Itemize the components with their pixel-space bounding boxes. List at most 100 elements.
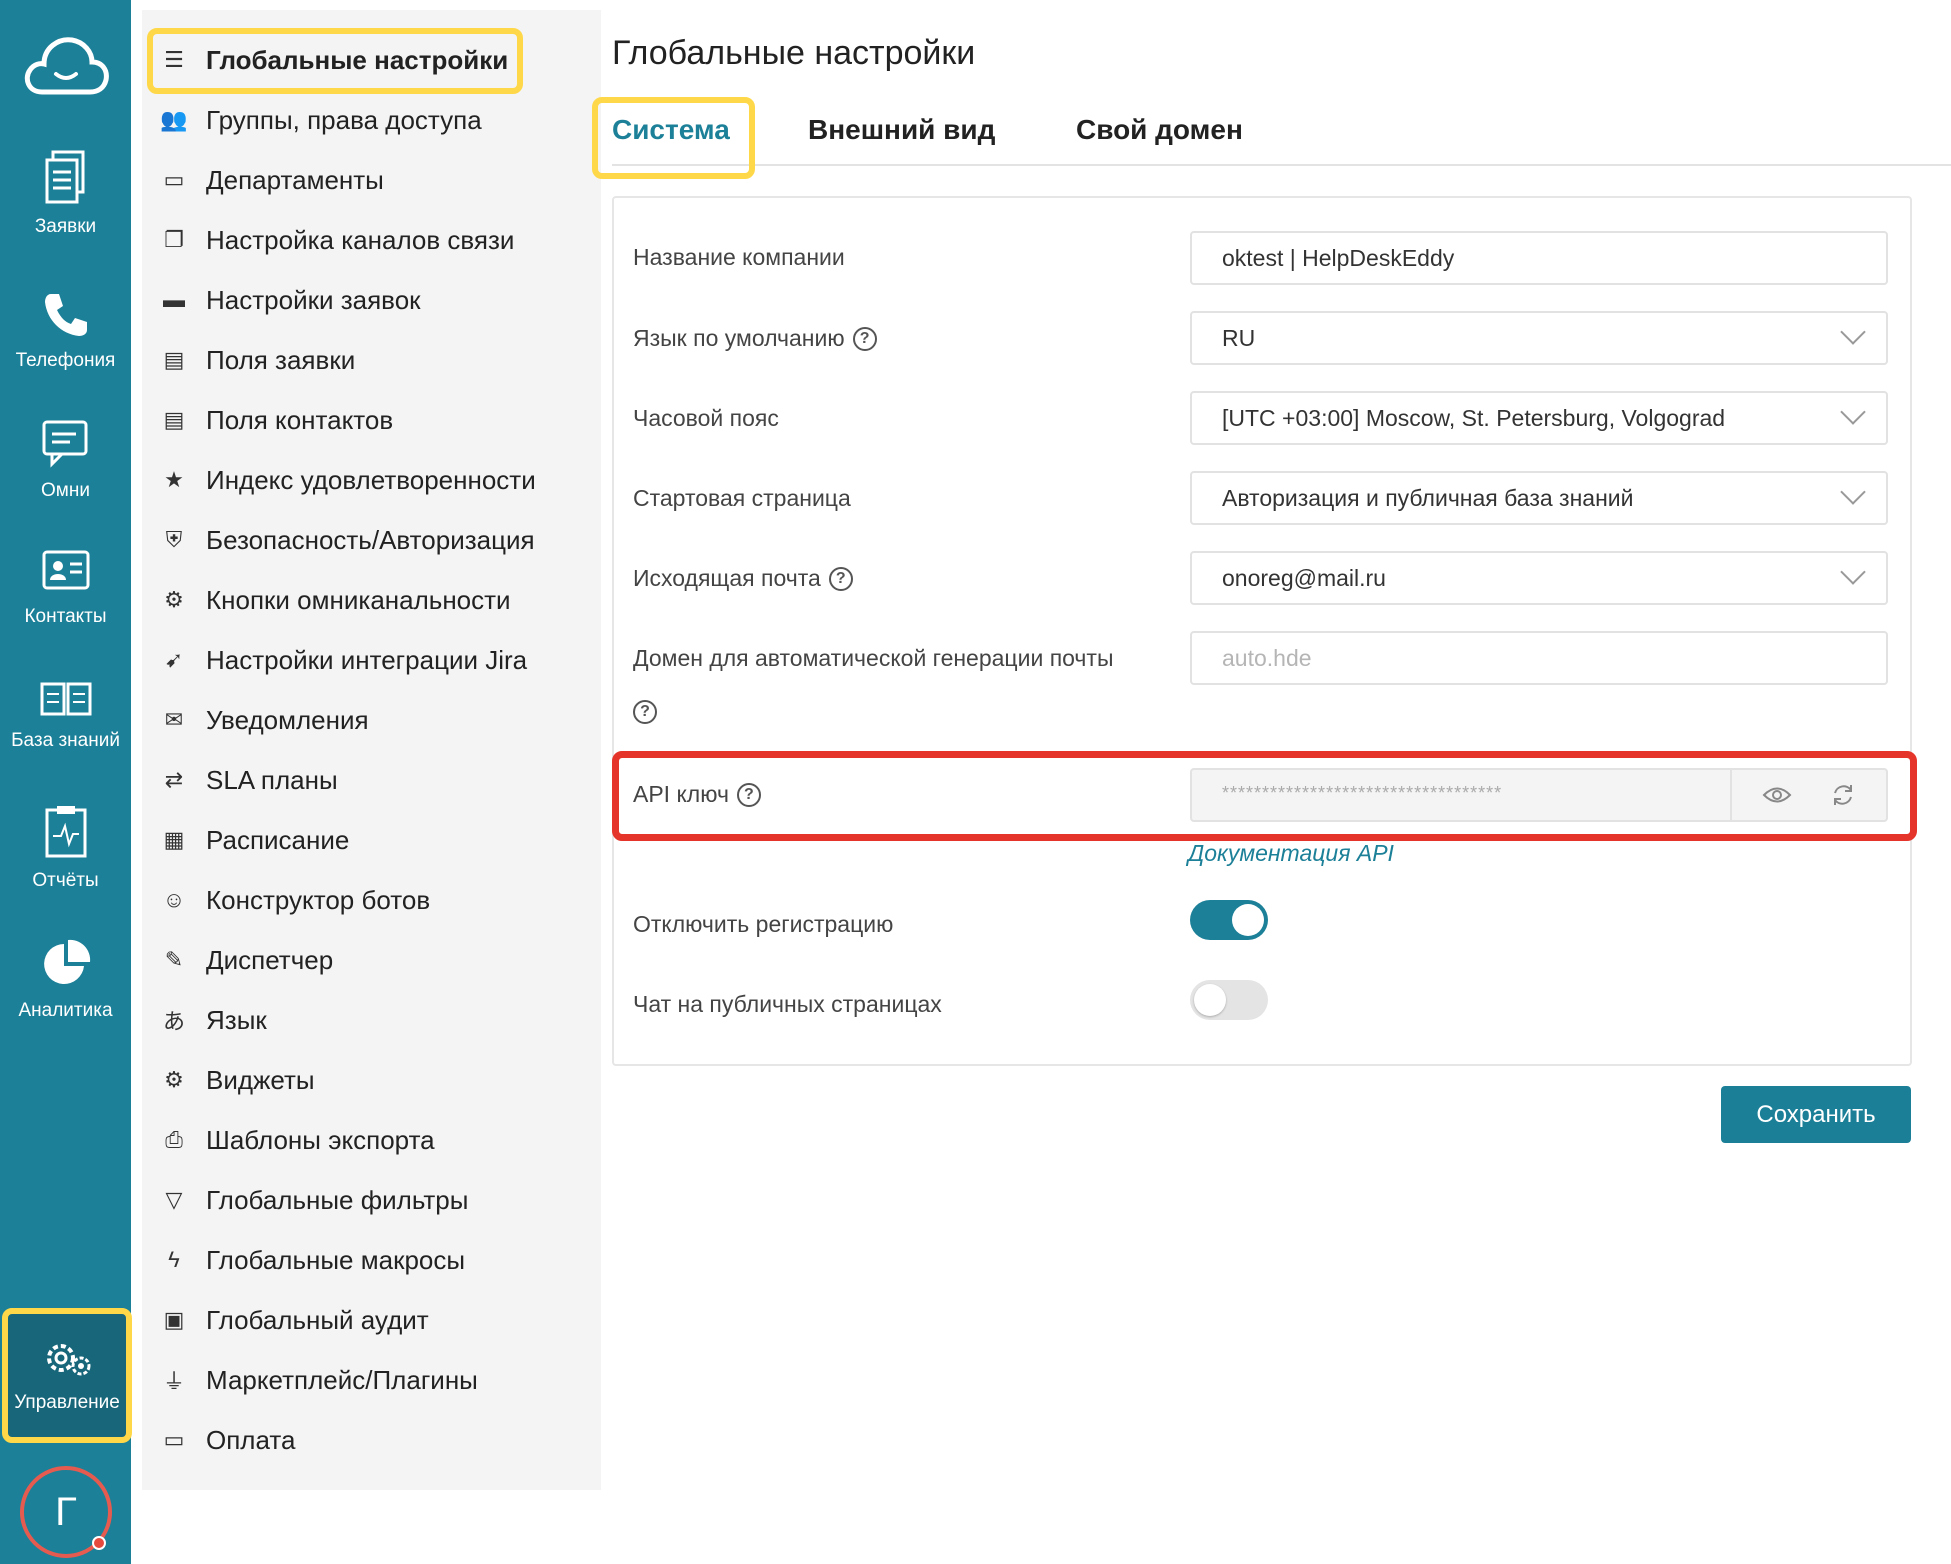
mail-domain-input[interactable]: auto.hde [1190, 631, 1888, 685]
help-icon[interactable]: ? [828, 566, 853, 591]
cloud-logo-icon[interactable] [22, 30, 110, 100]
rail-label: Телефония [15, 350, 116, 371]
menu-item-label: Настройка каналов связи [206, 224, 515, 255]
field-value: onoreg@mail.ru [1222, 565, 1386, 591]
menu-item-label: Расписание [206, 824, 350, 855]
save-button[interactable]: Сохранить [1721, 1086, 1911, 1143]
rail-item-contacts[interactable]: Контакты [0, 548, 131, 668]
gears-icon [47, 1344, 91, 1376]
avatar[interactable]: Г [20, 1466, 112, 1558]
menu-item-8[interactable]: ⛨ Безопасность/Авторизация [160, 515, 535, 565]
rail-item-analytics[interactable]: Аналитика [0, 938, 131, 1058]
menu-item-label: Виджеты [206, 1064, 315, 1095]
chat-icon [42, 420, 87, 468]
rail-item-reports[interactable]: Отчёты [0, 804, 131, 924]
rail-label: Отчёты [32, 870, 99, 891]
menu-item-label: Глобальный аудит [206, 1304, 429, 1335]
label-text: Отключить регистрацию [633, 911, 894, 937]
menu-item-12[interactable]: ⇄ SLA планы [160, 755, 338, 805]
gear-icon: ⚙ [164, 587, 184, 612]
timezone-select[interactable]: [UTC +03:00] Moscow, St. Petersburg, Vol… [1190, 391, 1888, 445]
company-name-label: Название компании [633, 244, 845, 271]
menu-item-label: Диспетчер [206, 944, 334, 975]
star-icon: ★ [164, 467, 184, 492]
menu-item-17[interactable]: ⚙ Виджеты [160, 1055, 315, 1105]
menu-item-9[interactable]: ⚙ Кнопки омниканальности [160, 575, 510, 625]
menu-item-1[interactable]: 👥 Группы, права доступа [160, 95, 481, 145]
printer-icon: ⎙ [165, 1127, 183, 1152]
start-page-label: Стартовая страница [633, 485, 851, 512]
language-select[interactable]: RU [1190, 311, 1888, 365]
calendar-icon: ▦ [163, 827, 185, 852]
start-page-select[interactable]: Авторизация и публичная база знаний [1190, 471, 1888, 525]
rail-item-knowledge-base[interactable]: База знаний [0, 680, 131, 800]
field-value: [UTC +03:00] Moscow, St. Petersburg, Vol… [1222, 405, 1726, 431]
language-icon: あ [162, 1009, 185, 1034]
users-icon: 👥 [160, 107, 188, 132]
highlight-box-tab [592, 97, 755, 179]
help-icon[interactable]: ? [633, 700, 657, 724]
menu-item-23[interactable]: ▭ Оплата [160, 1415, 296, 1465]
outgoing-mail-select[interactable]: onoreg@mail.ru [1190, 551, 1888, 605]
phone-icon [44, 294, 87, 336]
bot-icon: ☺ [162, 887, 186, 912]
inbox-icon: ▭ [163, 167, 185, 192]
menu-item-6[interactable]: ▤ Поля контактов [160, 395, 394, 445]
highlight-box-api-key [612, 751, 1917, 841]
rail-label: Аналитика [18, 1000, 113, 1021]
language-label: Язык по умолчанию? [633, 325, 877, 352]
avatar-letter: Г [55, 1490, 77, 1534]
api-docs-link[interactable]: Документация API [1188, 840, 1394, 867]
tab-appearance[interactable]: Внешний вид [808, 110, 995, 166]
window-icon: ▬ [163, 287, 185, 312]
menu-item-13[interactable]: ▦ Расписание [160, 815, 350, 865]
menu-item-21[interactable]: ▣ Глобальный аудит [160, 1295, 429, 1345]
menu-item-15[interactable]: ✎ Диспетчер [160, 935, 333, 985]
lightning-icon: ϟ [168, 1247, 180, 1272]
chevron-down-icon [1840, 479, 1866, 505]
public-chat-toggle[interactable] [1190, 980, 1268, 1020]
plug-icon: ⏚ [162, 1369, 185, 1394]
company-name-field[interactable]: oktest | HelpDeskEddy [1190, 231, 1888, 285]
menu-item-7[interactable]: ★ Индекс удовлетворенности [160, 455, 536, 505]
rail-item-management[interactable]: Управление [2, 1308, 132, 1443]
toggle-knob [1194, 984, 1226, 1016]
menu-item-0[interactable]: ☰ Глобальные настройки [160, 35, 508, 85]
book-icon [40, 682, 91, 716]
label-text: Чат на публичных страницах [633, 991, 942, 1017]
menu-item-22[interactable]: ⏚ Маркетплейс/Плагины [160, 1355, 478, 1405]
menu-item-16[interactable]: あ Язык [160, 995, 267, 1045]
outgoing-mail-label: Исходящая почта? [633, 565, 853, 592]
menu-item-10[interactable]: ➹ Настройки интеграции Jira [160, 635, 527, 685]
menu-item-14[interactable]: ☺ Конструктор ботов [160, 875, 430, 925]
menu-item-19[interactable]: ▽ Глобальные фильтры [160, 1175, 469, 1225]
rail-item-tickets[interactable]: Заявки [0, 150, 131, 270]
menu-item-4[interactable]: ▬ Настройки заявок [160, 275, 421, 325]
chevron-down-icon [1840, 319, 1866, 345]
label-text: Часовой пояс [633, 405, 779, 431]
status-dot [92, 1536, 106, 1550]
menu-item-11[interactable]: ✉ Уведомления [160, 695, 369, 745]
menu-item-18[interactable]: ⎙ Шаблоны экспорта [160, 1115, 435, 1165]
menu-item-label: Глобальные настройки [206, 44, 509, 75]
menu-item-2[interactable]: ▭ Департаменты [160, 155, 384, 205]
menu-item-5[interactable]: ▤ Поля заявки [160, 335, 356, 385]
audit-icon: ▣ [163, 1307, 185, 1332]
rail-item-telephony[interactable]: Телефония [0, 290, 131, 410]
rail-label: Заявки [34, 216, 97, 237]
field-value: oktest | HelpDeskEddy [1222, 245, 1455, 271]
envelope-icon: ✉ [164, 707, 184, 732]
menu-item-label: Шаблоны экспорта [206, 1124, 435, 1155]
form-icon: ▤ [163, 347, 185, 372]
disable-registration-toggle[interactable] [1190, 900, 1268, 940]
tab-custom-domain[interactable]: Свой домен [1076, 110, 1243, 166]
help-icon[interactable]: ? [852, 326, 877, 351]
channels-icon: ❐ [164, 227, 184, 252]
menu-item-20[interactable]: ϟ Глобальные макросы [160, 1235, 465, 1285]
gear-icon: ⚙ [164, 1067, 184, 1092]
jira-icon: ➹ [164, 647, 184, 672]
shield-icon: ⛨ [165, 527, 183, 552]
rail-item-omni[interactable]: Омни [0, 418, 131, 538]
menu-item-3[interactable]: ❐ Настройка каналов связи [160, 215, 514, 265]
chevron-down-icon [1840, 399, 1866, 425]
